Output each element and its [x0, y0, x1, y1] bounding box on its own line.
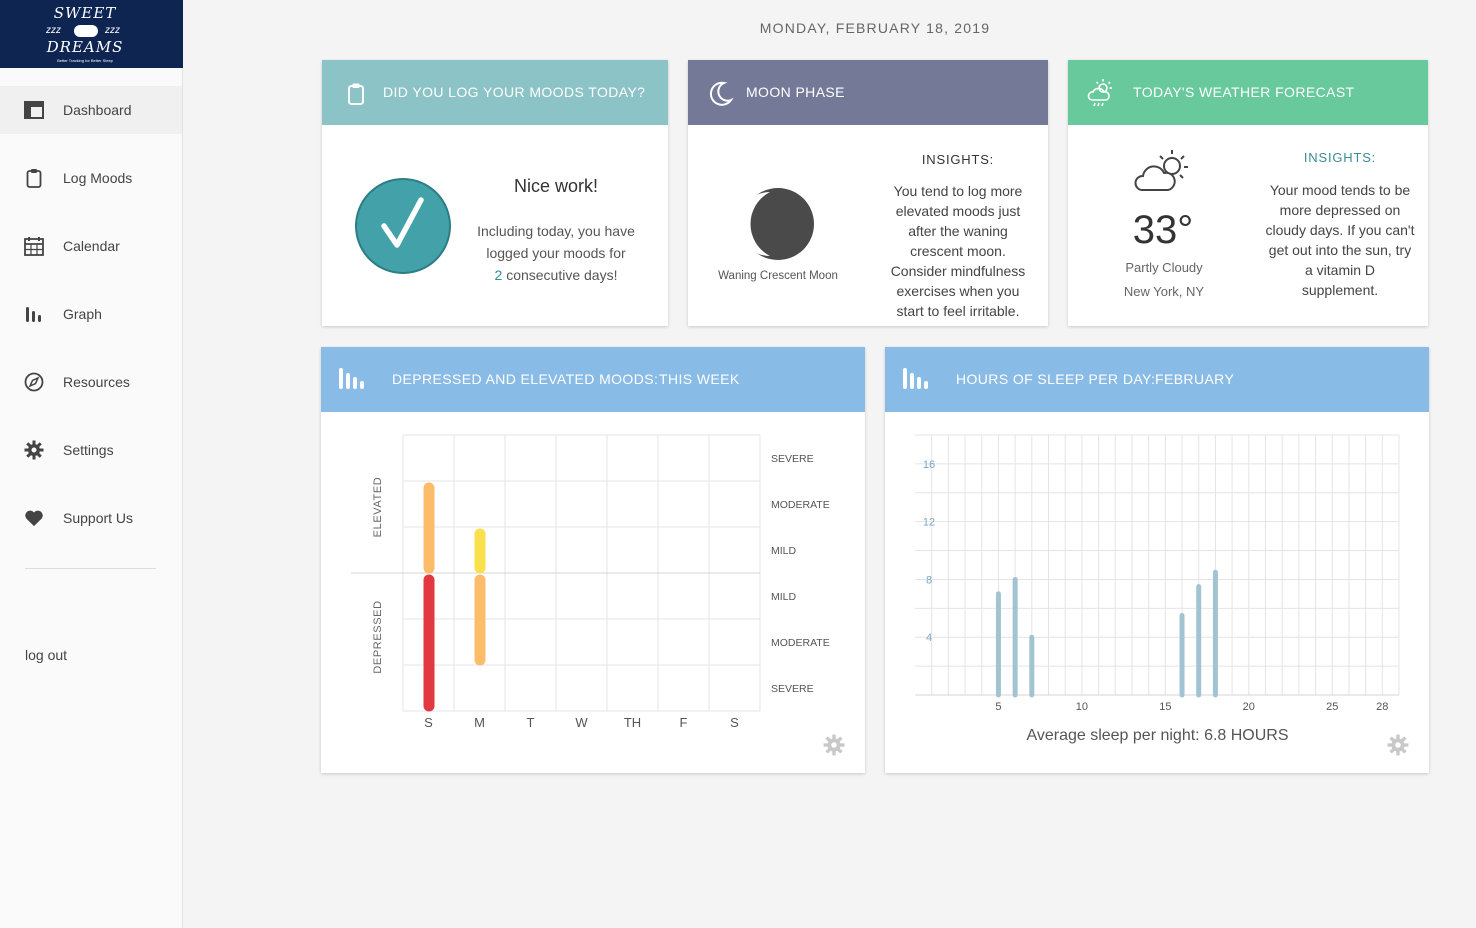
- sidebar-item-label: Dashboard: [63, 102, 132, 118]
- sidebar-item-label: Resources: [63, 374, 130, 390]
- day-label: S: [424, 715, 433, 730]
- level-label: MODERATE: [771, 499, 830, 511]
- day-label: TH: [624, 715, 641, 730]
- moon-phase-label: Waning Crescent Moon: [718, 270, 838, 282]
- clipboard-icon: [348, 83, 364, 105]
- sidebar-item-label: Log Moods: [63, 170, 133, 186]
- y-tick-label: 16: [923, 459, 935, 471]
- moon-insights-text: You tend to log more elevated moods just…: [890, 183, 1026, 319]
- y-tick-label: 12: [923, 517, 935, 529]
- sidebar-item-graph[interactable]: Graph: [0, 290, 182, 338]
- sidebar-item-resources[interactable]: Resources: [0, 358, 182, 406]
- day-label: M: [474, 715, 485, 730]
- mood-log-card-header: DID YOU LOG YOUR MOODS TODAY?: [322, 60, 668, 125]
- sweet-dreams-logo[interactable]: SWEET zzz zzz DREAMS Better Tracking for…: [0, 0, 183, 68]
- weather-insights-title: INSIGHTS:: [1303, 150, 1377, 165]
- log-text-line-2: consecutive days!: [502, 267, 618, 283]
- sidebar-item-label: Support Us: [63, 510, 134, 526]
- sidebar: SWEET zzz zzz DREAMS Better Tracking for…: [0, 0, 183, 928]
- sidebar-item-label: Graph: [63, 306, 102, 322]
- weather-insights-text: Your mood tends to be more depressed on …: [1265, 182, 1415, 298]
- x-tick-label: 5: [995, 701, 1001, 713]
- nice-work-heading: Nice work!: [513, 176, 598, 196]
- mood-chart-settings-gear-icon[interactable]: [823, 734, 845, 756]
- y-tick-label: 4: [926, 632, 932, 644]
- elevated-axis-label: ELEVATED: [372, 477, 384, 538]
- mood-log-card: DID YOU LOG YOUR MOODS TODAY? Nice work!…: [322, 60, 668, 326]
- x-tick-label: 25: [1326, 701, 1338, 713]
- sidebar-item-calendar[interactable]: Calendar: [0, 222, 182, 270]
- average-sleep-label: Average sleep per night:: [1026, 727, 1200, 744]
- sidebar-item-dashboard[interactable]: Dashboard: [0, 86, 182, 134]
- weather-condition: Partly Cloudy: [1125, 260, 1203, 275]
- mood-chart: ELEVATED DEPRESSED SEVERE MODERATE MILD …: [351, 434, 830, 730]
- day-label: S: [730, 715, 739, 730]
- x-tick-label: 10: [1076, 701, 1088, 713]
- weather-card-header: TODAY'S WEATHER FORECAST: [1068, 60, 1428, 125]
- sleep-chart-settings-gear-icon[interactable]: [1387, 734, 1409, 756]
- waning-crescent-moon-icon: [740, 188, 814, 260]
- moon-insights-title: INSIGHTS:: [921, 152, 995, 167]
- sidebar-divider: [25, 568, 156, 569]
- sidebar-item-support-us[interactable]: Support Us: [0, 494, 182, 542]
- sun-rain-cloud-icon: [1087, 79, 1112, 107]
- moon-phase-card-header: MOON PHASE: [688, 60, 1048, 125]
- checkmark-icon: [355, 178, 451, 274]
- logo-line-2: DREAMS: [46, 38, 124, 56]
- logo-tagline: Better Tracking for Better Sleep: [57, 58, 113, 63]
- sleep-chart-card: HOURS OF SLEEP PER DAY: FEBRUARY 4 8 12 16 5…: [885, 347, 1429, 773]
- sleep-mask-icon: [74, 25, 98, 37]
- moon-phase-card: MOON PHASE Waning Crescent Moon INSIGHTS…: [688, 60, 1048, 326]
- y-tick-label: 8: [926, 574, 932, 586]
- sidebar-item-label: Calendar: [63, 238, 120, 254]
- level-label: MILD: [771, 591, 797, 603]
- logo-line-1: SWEET: [53, 4, 117, 22]
- sleep-chart: 4 8 12 16 5 10 15 20 25 28: [915, 434, 1400, 713]
- logo-zz-right: zzz: [105, 25, 120, 36]
- moon-phase-card-title: MOON PHASE: [746, 84, 845, 100]
- compass-icon: [24, 372, 44, 392]
- x-tick-label: 20: [1243, 701, 1255, 713]
- sidebar-item-settings[interactable]: Settings: [0, 426, 182, 474]
- clipboard-icon: [24, 168, 44, 188]
- day-label: F: [680, 715, 688, 730]
- current-date: MONDAY, FEBRUARY 18, 2019: [759, 20, 991, 36]
- logout-link[interactable]: log out: [25, 647, 67, 663]
- average-sleep-summary: Average sleep per night: 6.8 HOURS: [885, 727, 1430, 745]
- day-label: W: [575, 715, 588, 730]
- calendar-icon: [24, 236, 44, 256]
- x-tick-label: 28: [1376, 701, 1388, 713]
- average-sleep-value: 6.8 HOURS: [1204, 727, 1289, 744]
- mood-log-card-title: DID YOU LOG YOUR MOODS TODAY?: [383, 84, 646, 100]
- level-label: MILD: [771, 545, 797, 557]
- logo-zz-left: zzz: [46, 25, 61, 36]
- depressed-axis-label: DEPRESSED: [372, 600, 384, 673]
- gear-icon: [24, 440, 44, 460]
- temperature: 33°: [1132, 208, 1194, 252]
- weather-location: New York, NY: [1123, 284, 1205, 299]
- consecutive-days-text: Including today, you have logged your mo…: [462, 220, 650, 286]
- crescent-moon-icon: [709, 81, 734, 106]
- day-label: T: [527, 715, 535, 730]
- weather-card: TODAY'S WEATHER FORECAST 33° Partly Clou…: [1068, 60, 1428, 326]
- log-text-line-1: Including today, you have logged your mo…: [477, 223, 635, 261]
- level-label: SEVERE: [771, 453, 814, 465]
- heart-icon: [24, 508, 44, 528]
- level-label: MODERATE: [771, 637, 830, 649]
- weather-card-title: TODAY'S WEATHER FORECAST: [1133, 84, 1355, 100]
- level-label: SEVERE: [771, 683, 814, 695]
- partly-cloudy-icon: [1134, 150, 1188, 191]
- x-tick-label: 15: [1159, 701, 1171, 713]
- mood-chart-card: DEPRESSED AND ELEVATED MOODS: THIS WEEK …: [321, 347, 865, 773]
- sidebar-item-log-moods[interactable]: Log Moods: [0, 154, 182, 202]
- sidebar-item-label: Settings: [63, 442, 114, 458]
- bar-graph-icon: [24, 304, 44, 324]
- dashboard-icon: [24, 100, 44, 120]
